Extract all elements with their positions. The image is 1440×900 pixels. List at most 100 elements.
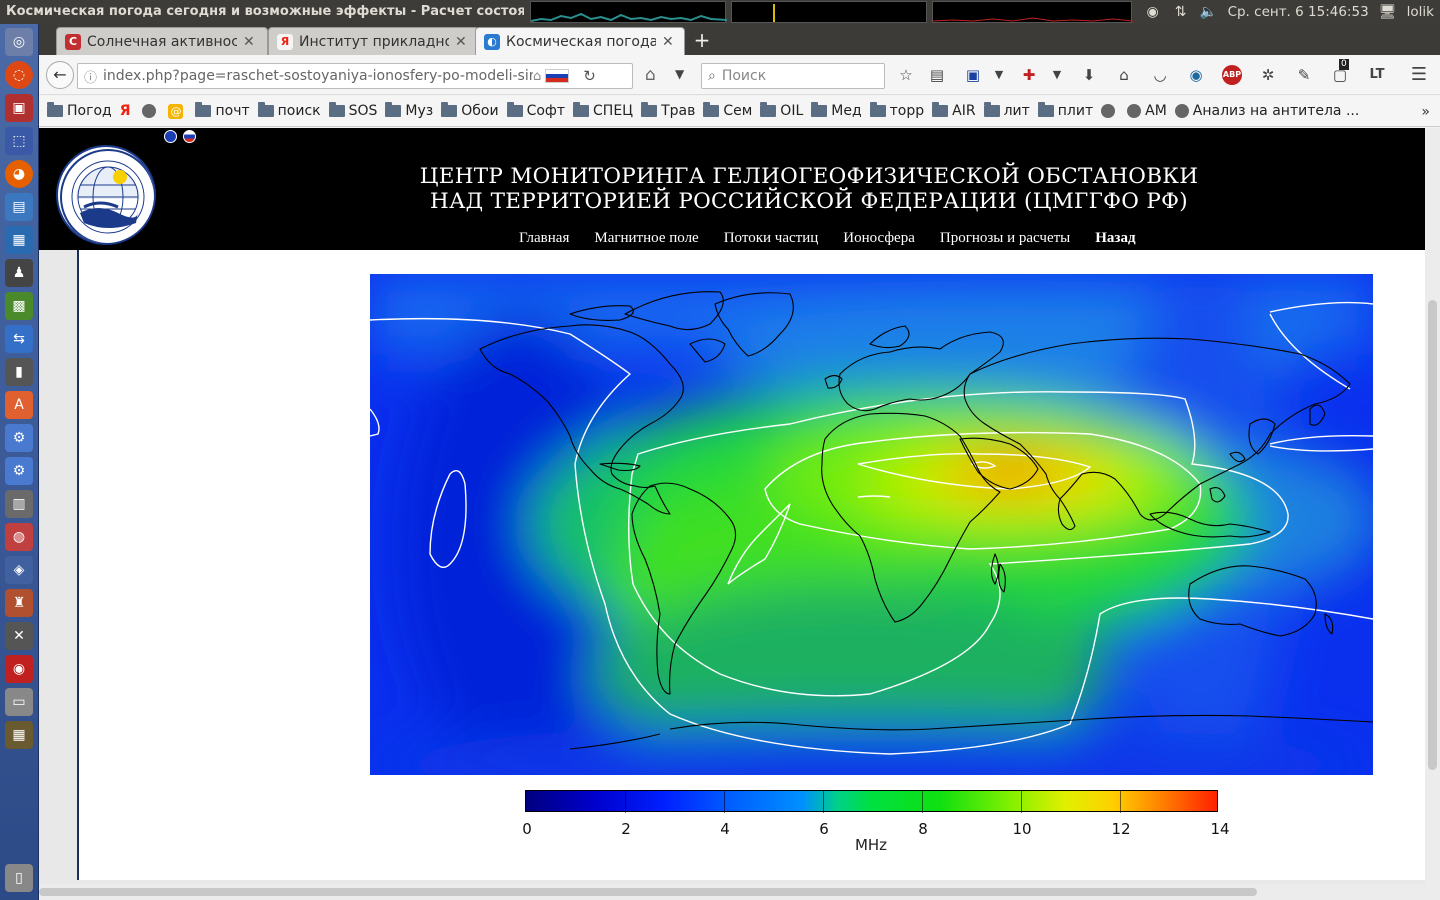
back-button[interactable]: ←	[46, 61, 74, 89]
folder-icon	[385, 102, 402, 117]
tab-close-icon[interactable]: ✕	[243, 34, 255, 50]
clock[interactable]: Ср. сент. 6 15:46:53	[1228, 4, 1369, 20]
bookmark-star-icon[interactable]: ☆	[896, 65, 916, 85]
app-launcher-icon[interactable]: ◍	[5, 523, 33, 551]
russian-flag-icon[interactable]	[183, 130, 196, 143]
adblock-icon[interactable]: ABP	[1222, 65, 1242, 85]
vpn-icon[interactable]: ◉	[1186, 65, 1206, 85]
bookmark-item[interactable]: AIR	[932, 102, 976, 119]
tool-launcher-icon[interactable]: ✕	[5, 622, 33, 650]
readability-icon[interactable]: ⌂	[533, 69, 541, 84]
bookmark-item[interactable]: Я	[120, 103, 135, 119]
extension-icon[interactable]: ✲	[1258, 65, 1278, 85]
reading-list-icon[interactable]: ▤	[927, 65, 947, 85]
new-tab-button[interactable]: +	[689, 29, 715, 51]
bookmark-item[interactable]: @	[168, 103, 187, 119]
ubuntu-launcher-icon[interactable]: ◌	[5, 61, 33, 89]
bookmark-item[interactable]: поиск	[257, 102, 321, 119]
languagetool-icon[interactable]: LT	[1367, 65, 1387, 85]
chromium-launcher-icon[interactable]: ◎	[5, 28, 33, 56]
bookmark-item[interactable]: Сем	[703, 102, 752, 119]
save-icon[interactable]: ▣	[963, 65, 983, 85]
network-icon[interactable]: ⇅	[1172, 3, 1190, 21]
add-dropdown-icon[interactable]: ▼	[1047, 65, 1067, 85]
counter-extension-icon[interactable]: 0 ▢	[1330, 59, 1350, 85]
bookmark-item[interactable]	[1101, 104, 1119, 118]
reload-icon[interactable]: ↻	[583, 67, 596, 85]
bookmarks-overflow-icon[interactable]: »	[1421, 104, 1430, 120]
folder-icon	[932, 102, 949, 117]
document-launcher-icon[interactable]: ▤	[5, 193, 33, 221]
pocket-icon[interactable]: ◡	[1150, 65, 1170, 85]
site-nav-item[interactable]: Потоки частиц	[724, 230, 819, 247]
bookmark-item[interactable]: СПЕЦ	[573, 102, 633, 119]
site-info-icon[interactable]: ⓘ	[84, 67, 97, 86]
bookmark-item[interactable]	[142, 104, 160, 118]
firefox-launcher-icon[interactable]: ◕	[5, 160, 33, 188]
settings2-launcher-icon[interactable]: ⚙	[5, 457, 33, 485]
bookmark-item[interactable]: Мед	[811, 102, 862, 119]
drive-launcher-icon[interactable]: ▭	[5, 688, 33, 716]
download-icon[interactable]: ⬇	[1079, 65, 1099, 85]
bookmark-item[interactable]: AM	[1127, 103, 1167, 119]
screenshot-launcher-icon[interactable]: ⬚	[5, 127, 33, 155]
url-bar[interactable]: ⓘ index.php?page=raschet-sostoyaniya-ion…	[77, 63, 633, 89]
terminal-launcher-icon[interactable]: ▣	[5, 94, 33, 122]
rosgidromet-logo[interactable]	[56, 145, 156, 245]
search-bar[interactable]: ⌕ Поиск	[701, 63, 885, 89]
page-horizontal-scrollbar-thumb[interactable]	[39, 888, 1257, 896]
bookmark-item[interactable]: Муз	[385, 102, 433, 119]
translate-icon[interactable]: ✎	[1294, 65, 1314, 85]
bookmark-item[interactable]: лит	[983, 102, 1030, 119]
site-nav-item[interactable]: Прогнозы и расчеты	[940, 230, 1070, 247]
media-launcher-icon[interactable]: ▮	[5, 358, 33, 386]
bookmark-item[interactable]: почт	[195, 102, 250, 119]
chromium-tray-icon[interactable]: ◉	[1144, 3, 1162, 21]
penguin-launcher-icon[interactable]: ♟	[5, 259, 33, 287]
bookmark-item[interactable]: Трав	[641, 102, 695, 119]
site-nav-item[interactable]: Главная	[519, 230, 569, 247]
bookmark-item[interactable]: OIL	[760, 102, 803, 119]
username[interactable]: lolik	[1407, 4, 1434, 20]
home2-icon[interactable]: ⌂	[1114, 65, 1134, 85]
bookmark-item[interactable]: торр	[869, 102, 924, 119]
archive-launcher-icon[interactable]: ▥	[5, 490, 33, 518]
launcher: ◎ ◌ ▣ ⬚ ◕ ▤ ▦ ♟ ▩ ⇆ ▮ A ⚙ ⚙ ▥ ◍ ◈ ♜ ✕ ◉ …	[0, 24, 39, 900]
trash-launcher-icon[interactable]: ▯	[5, 864, 33, 892]
bookmark-item[interactable]: Обои	[441, 102, 499, 119]
red-launcher-icon[interactable]: ◉	[5, 655, 33, 683]
bookmark-item[interactable]: Софт	[506, 102, 565, 119]
page-horizontal-scrollbar[interactable]	[39, 884, 1425, 900]
user-menu-icon[interactable]: 🖥	[1379, 3, 1397, 21]
home-dropdown-icon[interactable]: ▼	[675, 67, 684, 81]
home-icon[interactable]: ⌂	[645, 65, 656, 85]
site-nav-item[interactable]: Магнитное поле	[594, 230, 698, 247]
settings-launcher-icon[interactable]: ⚙	[5, 424, 33, 452]
bookmark-item[interactable]: SOS	[328, 102, 377, 119]
android-launcher-icon[interactable]: ▩	[5, 292, 33, 320]
tab-applied-institute[interactable]: Я Институт прикладной ✕	[268, 27, 479, 55]
english-flag-icon[interactable]	[164, 130, 177, 143]
site-nav-item[interactable]: Ионосфера	[843, 230, 915, 247]
tab-solar-activity[interactable]: C Солнечная активност ✕	[56, 27, 268, 55]
add-icon[interactable]: ✚	[1019, 65, 1039, 85]
page-vertical-scrollbar[interactable]	[1425, 128, 1440, 900]
save-dropdown-icon[interactable]: ▼	[989, 65, 1009, 85]
writer-launcher-icon[interactable]: ▦	[5, 226, 33, 254]
bookmark-item[interactable]: плит	[1037, 102, 1093, 119]
volume-icon[interactable]: 🔈	[1200, 3, 1218, 21]
site-nav-item[interactable]: Назад	[1095, 230, 1135, 247]
game-launcher-icon[interactable]: ♜	[5, 589, 33, 617]
shield-launcher-icon[interactable]: ◈	[5, 556, 33, 584]
url-text[interactable]: index.php?page=raschet-sostoyaniya-ionos…	[103, 68, 533, 84]
tab-space-weather[interactable]: ◐ Космическая погода с ✕	[475, 27, 685, 55]
menu-icon[interactable]: ☰	[1409, 65, 1429, 85]
tab-close-icon[interactable]: ✕	[662, 34, 674, 50]
page-vertical-scrollbar-thumb[interactable]	[1428, 300, 1437, 770]
software-launcher-icon[interactable]: A	[5, 391, 33, 419]
bookmark-item[interactable]: Анализ на антитела ...	[1174, 103, 1359, 119]
bookmark-item[interactable]: Погод	[47, 102, 112, 119]
workspaces-launcher-icon[interactable]: ▦	[5, 721, 33, 749]
switch-launcher-icon[interactable]: ⇆	[5, 325, 33, 353]
tab-close-icon[interactable]: ✕	[455, 34, 467, 50]
